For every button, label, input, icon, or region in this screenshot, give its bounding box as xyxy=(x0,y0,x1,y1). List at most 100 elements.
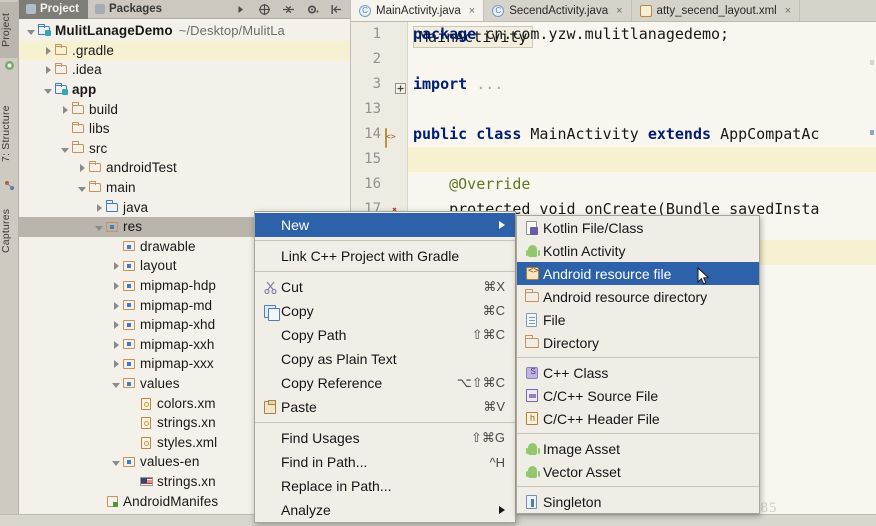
menu-separator xyxy=(255,271,515,272)
menu-item-new[interactable]: New xyxy=(255,213,515,237)
folder-icon xyxy=(54,43,67,55)
tree-item-src[interactable]: src xyxy=(19,139,350,159)
menu-item-label: Link C++ Project with Gradle xyxy=(281,248,460,264)
menu-separator xyxy=(255,240,515,241)
submenu-item-singleton[interactable]: Singleton xyxy=(517,490,759,513)
tree-item-mulitlanagedemo[interactable]: MulitLanageDemo ~/Desktop/MulitLa xyxy=(19,21,350,41)
current-line-highlight xyxy=(408,147,876,172)
tree-twisty-closed[interactable] xyxy=(110,337,122,352)
tree-item-build[interactable]: build xyxy=(19,99,350,119)
submenu-item-image-asset[interactable]: Image Asset xyxy=(517,437,759,460)
folder-icon xyxy=(71,141,84,153)
tree-item-app[interactable]: app xyxy=(19,80,350,100)
submenu-item-kotlin-activity[interactable]: Kotlin Activity xyxy=(517,239,759,262)
submenu-item-directory[interactable]: Directory xyxy=(517,331,759,354)
tree-item--idea[interactable]: .idea xyxy=(19,60,350,80)
submenu-item-c++-class[interactable]: C++ Class xyxy=(517,361,759,384)
tree-item-androidtest[interactable]: androidTest xyxy=(19,158,350,178)
tree-twisty-closed[interactable] xyxy=(42,43,54,58)
tree-twisty-open[interactable] xyxy=(76,180,88,195)
panel-tab-project-label: Project xyxy=(40,3,79,15)
tree-twisty-closed[interactable] xyxy=(110,278,122,293)
source-folder-icon xyxy=(105,200,118,212)
menu-item-link-c++-project-with-gradle[interactable]: Link C++ Project with Gradle xyxy=(255,244,515,268)
tree-item-label: strings.xn xyxy=(157,415,216,431)
resource-folder-icon xyxy=(123,339,135,350)
submenu-item-android-resource-file[interactable]: Android resource file xyxy=(517,262,759,285)
menu-item-replace-in-path[interactable]: Replace in Path... xyxy=(255,474,515,498)
menu-item-shortcut: ⇧⌘G xyxy=(470,430,505,445)
gutter-fold-expand-icon[interactable] xyxy=(395,77,409,94)
close-icon[interactable]: × xyxy=(785,5,791,17)
tree-item-libs[interactable]: libs xyxy=(19,119,350,139)
menu-item-analyze[interactable]: Analyze xyxy=(255,498,515,522)
resource-folder-icon xyxy=(123,241,135,252)
settings-gear-icon[interactable] xyxy=(306,3,319,16)
tree-twisty-open[interactable] xyxy=(110,376,122,391)
tree-twisty-closed[interactable] xyxy=(110,356,122,371)
tool-window-tab-project[interactable]: Project xyxy=(0,2,19,58)
menu-item-find-usages[interactable]: Find Usages ⇧⌘G xyxy=(255,426,515,450)
tree-twisty-closed[interactable] xyxy=(110,317,122,332)
submenu-item-label: File xyxy=(543,311,566,328)
editor-tab-mainactivity-java[interactable]: C MainActivity.java × xyxy=(351,0,485,21)
editor-tab-secendactivity-java[interactable]: C SecendActivity.java × xyxy=(484,0,632,21)
context-menu[interactable]: New Link C++ Project with Gradle Cut ⌘X Copy… xyxy=(254,211,516,523)
tree-twisty-open[interactable] xyxy=(42,82,54,97)
submenu-item-label: Android resource directory xyxy=(543,288,708,305)
tree-item--gradle[interactable]: .gradle xyxy=(19,40,350,61)
tree-item-label: build xyxy=(89,101,119,117)
tree-twisty-open[interactable] xyxy=(25,23,37,38)
tree-item-label: mipmap-xxx xyxy=(140,356,214,372)
panel-tab-project[interactable]: Project xyxy=(19,0,88,19)
code-token: package xyxy=(413,25,486,43)
android-robot-icon xyxy=(525,442,540,455)
menu-item-copy[interactable]: Copy ⌘C xyxy=(255,299,515,323)
tree-twisty-open[interactable] xyxy=(59,141,71,156)
panel-tab-packages[interactable]: Packages xyxy=(88,0,171,19)
menu-item-label: Copy Path xyxy=(281,327,347,343)
menu-item-label: Cut xyxy=(281,279,303,295)
editor-tab-atty-secend-layout-xml[interactable]: atty_secend_layout.xml × xyxy=(632,0,801,21)
tool-window-tab-structure[interactable]: 7: Structure xyxy=(0,92,19,176)
submenu-item-file[interactable]: File xyxy=(517,308,759,331)
submenu-item-android-resource-directory[interactable]: Android resource directory xyxy=(517,285,759,308)
tree-twisty-open[interactable] xyxy=(110,454,122,469)
menu-item-label: Paste xyxy=(281,399,317,415)
menu-item-label: Copy Reference xyxy=(281,375,383,391)
tree-item-label: src xyxy=(89,140,108,156)
menu-item-paste[interactable]: Paste ⌘V xyxy=(255,395,515,419)
tree-twisty-closed[interactable] xyxy=(42,62,54,77)
menu-item-copy-reference[interactable]: Copy Reference ⌥⇧⌘C xyxy=(255,371,515,395)
tree-item-label: app xyxy=(72,82,97,98)
tree-twisty-open[interactable] xyxy=(93,219,105,234)
folder-icon xyxy=(88,180,101,193)
tree-item-label: mipmap-xxh xyxy=(140,336,215,352)
submenu-item-label: C/C++ Header File xyxy=(543,410,660,427)
locate-target-icon[interactable] xyxy=(258,3,271,16)
folder-icon xyxy=(71,102,84,114)
collapse-all-icon[interactable] xyxy=(282,3,295,16)
menu-item-copy-as-plain-text[interactable]: Copy as Plain Text xyxy=(255,347,515,371)
tree-twisty-closed[interactable] xyxy=(76,160,88,175)
hide-panel-icon[interactable] xyxy=(330,3,343,16)
close-icon[interactable]: × xyxy=(469,5,475,17)
new-submenu[interactable]: Kotlin File/Class Kotlin Activity Android … xyxy=(516,215,760,514)
tree-twisty-closed[interactable] xyxy=(110,258,122,273)
gutter-resource-icon[interactable] xyxy=(385,126,399,148)
menu-item-copy-path[interactable]: Copy Path ⇧⌘C xyxy=(255,323,515,347)
submenu-item-vector-asset[interactable]: Vector Asset xyxy=(517,460,759,483)
tree-twisty-closed[interactable] xyxy=(59,102,71,117)
expand-arrow-icon[interactable] xyxy=(234,3,247,16)
tree-twisty-closed[interactable] xyxy=(110,298,122,313)
menu-item-cut[interactable]: Cut ⌘X xyxy=(255,275,515,299)
tree-twisty-closed[interactable] xyxy=(93,200,105,215)
menu-item-find-in-path[interactable]: Find in Path... ^H xyxy=(255,450,515,474)
submenu-item-kotlin-file-class[interactable]: Kotlin File/Class xyxy=(517,216,759,239)
tree-item-main[interactable]: main xyxy=(19,178,350,198)
resource-folder-icon xyxy=(106,221,118,232)
submenu-item-c-c++-header-file[interactable]: C/C++ Header File xyxy=(517,407,759,430)
tool-window-tab-captures[interactable]: Captures xyxy=(0,196,19,266)
submenu-item-c-c++-source-file[interactable]: C/C++ Source File xyxy=(517,384,759,407)
close-icon[interactable]: × xyxy=(616,5,622,17)
